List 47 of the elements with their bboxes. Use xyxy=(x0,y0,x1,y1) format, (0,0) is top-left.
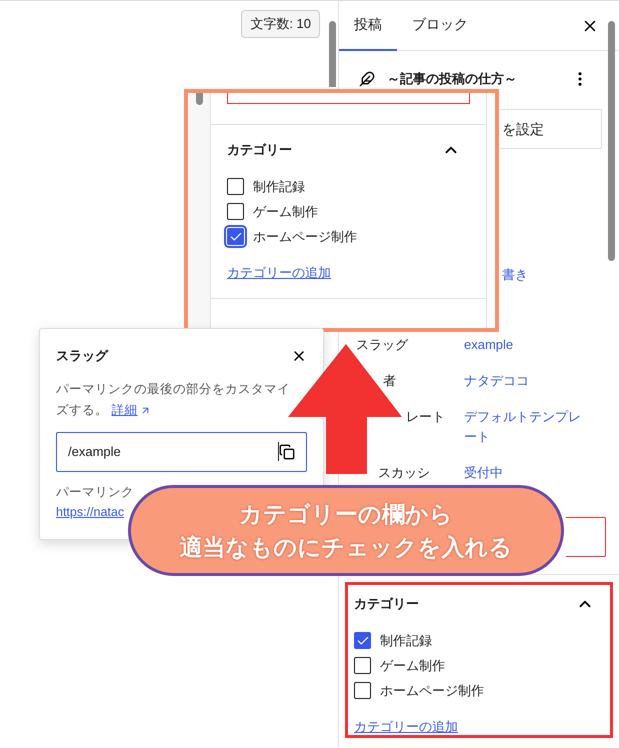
meta-value[interactable]: example xyxy=(464,335,584,355)
add-category-link[interactable]: カテゴリーの追加 xyxy=(227,263,331,282)
add-category-link[interactable]: カテゴリーの追加 xyxy=(354,717,458,736)
sidebar-tab[interactable]: 投稿 xyxy=(339,1,397,50)
outlined-button[interactable] xyxy=(227,93,470,104)
meta-value[interactable]: 受付中 xyxy=(464,463,584,483)
post-title: ～記事の投稿の仕方～ xyxy=(387,70,518,88)
featured-image-button[interactable]: を設定 xyxy=(500,109,602,149)
scrollbar[interactable] xyxy=(329,21,336,87)
sidebar-tab[interactable]: ブロック xyxy=(397,1,483,50)
checkbox[interactable] xyxy=(227,178,244,195)
scrollbar[interactable] xyxy=(196,93,202,105)
checkbox-label: 制作記録 xyxy=(253,178,305,196)
status-value[interactable]: 書き xyxy=(502,267,528,282)
permalink-url[interactable]: https://natac xyxy=(56,503,124,522)
permalink-label: パーマリンク xyxy=(56,484,135,500)
panel-title: カテゴリー xyxy=(354,595,419,614)
copy-icon[interactable] xyxy=(279,444,295,460)
meta-label: 者 xyxy=(383,372,396,390)
meta-value[interactable]: デフォルトテンプレート xyxy=(464,407,584,447)
checkbox[interactable] xyxy=(354,657,371,674)
popover-title: スラッグ xyxy=(56,347,108,365)
checkbox[interactable] xyxy=(227,203,244,220)
popover-description: パーマリンクの最後の部分をカスタマイズする。 詳細 xyxy=(56,380,291,418)
checkbox-label: 制作記録 xyxy=(380,632,432,650)
meta-value[interactable]: ナタデココ xyxy=(464,371,584,391)
feather-icon xyxy=(359,71,375,87)
slug-input[interactable]: /example xyxy=(56,432,307,472)
checkbox-label: ゲーム制作 xyxy=(380,656,445,675)
checkbox[interactable] xyxy=(354,632,371,649)
callout-text: 適当なものにチェックを入れる xyxy=(180,532,512,562)
checkbox-label: ゲーム制作 xyxy=(253,202,318,221)
scrollbar[interactable] xyxy=(608,21,615,261)
panel-title: カテゴリー xyxy=(227,141,292,160)
learn-more-link[interactable]: 詳細 xyxy=(111,402,138,416)
callout-text: カテゴリーの欄から xyxy=(239,500,453,528)
checkbox[interactable] xyxy=(227,228,244,245)
meta-label: スカッシ xyxy=(378,464,430,482)
meta-label: レート xyxy=(406,408,445,426)
checkbox[interactable] xyxy=(354,682,371,699)
outlined-button[interactable] xyxy=(566,517,606,557)
external-link-icon xyxy=(140,404,152,416)
word-count-badge: 文字数: 10 xyxy=(241,10,320,38)
meta-label: スラッグ xyxy=(356,336,408,354)
slug-input-value: /example xyxy=(68,442,279,462)
checkbox-label: ホームページ制作 xyxy=(253,228,357,246)
checkbox-label: ホームページ制作 xyxy=(380,682,484,700)
